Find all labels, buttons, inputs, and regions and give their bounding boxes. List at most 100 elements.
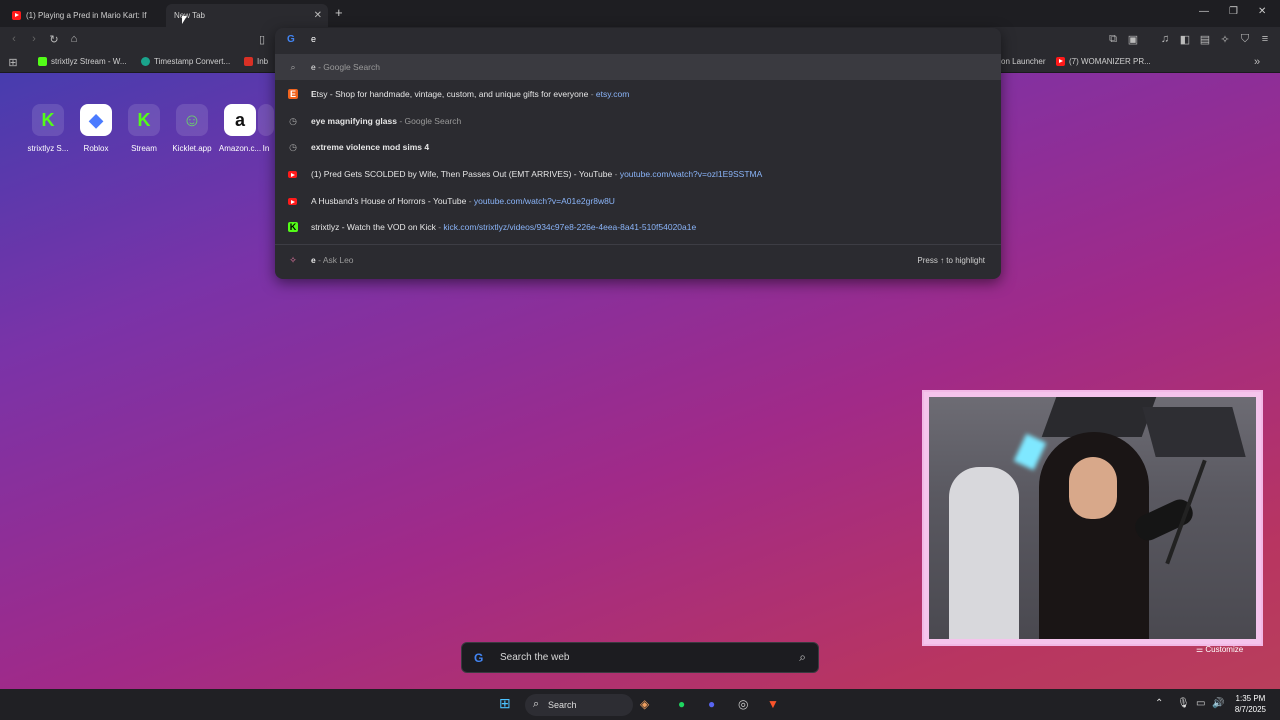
- address-input[interactable]: e: [311, 34, 316, 44]
- search-web-bar[interactable]: G Search the web ⌕: [461, 642, 819, 673]
- widgets-icon[interactable]: ◈: [640, 697, 649, 711]
- menu-icon[interactable]: ≡: [1258, 33, 1272, 45]
- youtube-icon: [12, 11, 21, 20]
- bookmark-item[interactable]: Inb: [244, 57, 268, 66]
- wallet-icon[interactable]: ▤: [1198, 33, 1212, 46]
- discord-icon[interactable]: ●: [708, 697, 715, 711]
- kick-icon: K: [128, 104, 160, 136]
- close-icon[interactable]: ✕: [314, 10, 322, 21]
- clock-time: 1:35 PM: [1235, 694, 1266, 703]
- extensions-icon[interactable]: ⧉: [1106, 33, 1120, 46]
- youtube-icon: [1056, 57, 1065, 66]
- top-site-tile[interactable]: K Stream: [120, 104, 168, 153]
- spotify-icon[interactable]: ●: [678, 697, 685, 711]
- overflow-chevron-icon[interactable]: »: [1250, 56, 1264, 68]
- suggestion-url: etsy.com: [595, 89, 630, 99]
- taskbar-search[interactable]: ⌕ Search: [525, 694, 633, 716]
- back-icon[interactable]: ‹: [7, 33, 21, 45]
- music-icon[interactable]: ♫: [1158, 33, 1172, 45]
- screenshot-icon[interactable]: ▣: [1126, 33, 1140, 46]
- bookmark-item[interactable]: (7) WOMANIZER PR...: [1056, 57, 1151, 66]
- mouse-cursor-icon: [182, 16, 187, 24]
- top-site-tile[interactable]: ◆ Roblox: [72, 104, 120, 153]
- suggestion-title: tsy - Shop for handmade, vintage, custom…: [316, 89, 589, 99]
- leo-icon: ✧: [289, 255, 297, 265]
- google-icon: G: [474, 651, 484, 665]
- restore-icon[interactable]: ❐: [1229, 6, 1238, 17]
- bookmark-label: strixtlyz Stream - W...: [51, 57, 127, 66]
- minimize-icon[interactable]: —: [1199, 6, 1209, 17]
- new-tab-button[interactable]: +: [335, 5, 343, 20]
- bookmark-item[interactable]: Timestamp Convert...: [141, 57, 230, 66]
- bookmark-icon[interactable]: ▯: [255, 33, 269, 46]
- suggestion-url: youtube.com/watch?v=A01e2gr8w8U: [473, 196, 615, 206]
- top-site-tile[interactable]: K strixtlyz S...: [24, 104, 72, 153]
- suggestion-item[interactable]: A Husband's House of Horrors - YouTube -…: [275, 188, 1001, 214]
- suggestion-title: A Husband's House of Horrors - YouTube: [311, 196, 467, 206]
- customize-button[interactable]: ⚌ Customize: [1196, 645, 1243, 654]
- forward-icon[interactable]: ›: [27, 33, 41, 45]
- bookmark-label: Inb: [257, 57, 269, 66]
- suggestion-item[interactable]: ⌕ e - Google Search: [275, 54, 1001, 80]
- kicklet-icon: ☺: [176, 104, 208, 136]
- reload-icon[interactable]: ↻: [47, 33, 61, 46]
- tab-title: (1) Playing a Pred in Mario Kart: If he: [26, 11, 148, 20]
- clock[interactable]: 1:35 PM 8/7/2025: [1235, 693, 1266, 715]
- omnibox-dropdown: G e ⌕ e - Google Search E Etsy - Shop fo…: [275, 28, 1001, 279]
- bookmark-label: (7) WOMANIZER PR...: [1069, 57, 1151, 66]
- history-icon: ◷: [289, 142, 297, 152]
- microphone-icon[interactable]: 🎙: [1177, 698, 1190, 709]
- suggestion-source: - Ask Leo: [315, 255, 354, 265]
- tab-new-tab[interactable]: New Tab ✕: [166, 4, 328, 27]
- search-icon[interactable]: ⌕: [799, 650, 806, 665]
- tile-label: strixtlyz S...: [27, 144, 69, 153]
- network-icon[interactable]: ▭: [1196, 698, 1205, 709]
- volume-icon[interactable]: 🔊: [1212, 698, 1224, 709]
- top-site-tile[interactable]: In: [258, 104, 274, 153]
- home-icon[interactable]: ⌂: [67, 33, 81, 45]
- bookmark-item[interactable]: on Launcher: [1001, 57, 1045, 66]
- customize-label: Customize: [1205, 645, 1244, 654]
- bookmark-item[interactable]: strixtlyz Stream - W...: [38, 57, 127, 66]
- google-icon: G: [287, 34, 295, 45]
- tile-label: Roblox: [83, 144, 109, 153]
- suggestion-item[interactable]: (1) Pred Gets SCOLDED by Wife, Then Pass…: [275, 161, 1001, 187]
- kick-icon: K: [288, 222, 298, 232]
- leo-icon[interactable]: ✧: [1218, 33, 1232, 46]
- obs-icon[interactable]: ◎: [738, 697, 748, 711]
- suggestion-item[interactable]: ✧ e - Ask Leo Press ↑ to highlight: [275, 247, 1001, 273]
- kick-icon: [38, 57, 47, 66]
- tab-youtube[interactable]: (1) Playing a Pred in Mario Kart: If he: [4, 4, 164, 27]
- keyboard-hint: Press ↑ to highlight: [917, 255, 985, 265]
- search-icon: ⌕: [533, 698, 540, 710]
- tray-chevron-icon[interactable]: ⌃: [1155, 698, 1163, 709]
- youtube-icon: [288, 197, 297, 205]
- tile-label: Amazon.c...: [218, 144, 262, 153]
- clock-date: 8/7/2025: [1234, 705, 1266, 714]
- tile-label: Stream: [131, 144, 157, 153]
- suggestion-item[interactable]: K strixtlyz - Watch the VOD on Kick - ki…: [275, 214, 1001, 240]
- site-icon: [258, 104, 274, 136]
- foam-panel: [1142, 407, 1246, 457]
- webcam-overlay: [922, 390, 1263, 646]
- search-icon: ⌕: [290, 62, 296, 72]
- suggestion-source: - Google Search: [315, 62, 380, 72]
- top-site-tile[interactable]: a Amazon.c...: [216, 104, 264, 153]
- sidebar-icon[interactable]: ◧: [1178, 33, 1192, 46]
- suggestion-item[interactable]: ◷ eye magnifying glass - Google Search: [275, 108, 1001, 134]
- address-bar[interactable]: G e: [275, 28, 1001, 52]
- brave-icon[interactable]: ▼: [767, 697, 779, 711]
- suggestion-item[interactable]: E Etsy - Shop for handmade, vintage, cus…: [275, 81, 1001, 107]
- suggestion-item[interactable]: ◷ extreme violence mod sims 4: [275, 134, 1001, 160]
- suggestion-query: extreme violence mod sims 4: [311, 142, 430, 152]
- shield-icon[interactable]: ⛉: [1238, 33, 1252, 46]
- top-site-tile[interactable]: ☺ Kicklet.app: [168, 104, 216, 153]
- close-window-icon[interactable]: ✕: [1258, 6, 1266, 17]
- search-input[interactable]: Search the web: [500, 652, 570, 663]
- globe-icon: [141, 57, 150, 66]
- suggestion-query: eye magnifying glass: [311, 116, 397, 126]
- apps-grid-icon[interactable]: ⊞: [6, 56, 20, 69]
- tile-label: In: [262, 144, 270, 153]
- windows-start-icon[interactable]: ⊞: [499, 695, 511, 712]
- taskbar-search-label: Search: [548, 700, 577, 710]
